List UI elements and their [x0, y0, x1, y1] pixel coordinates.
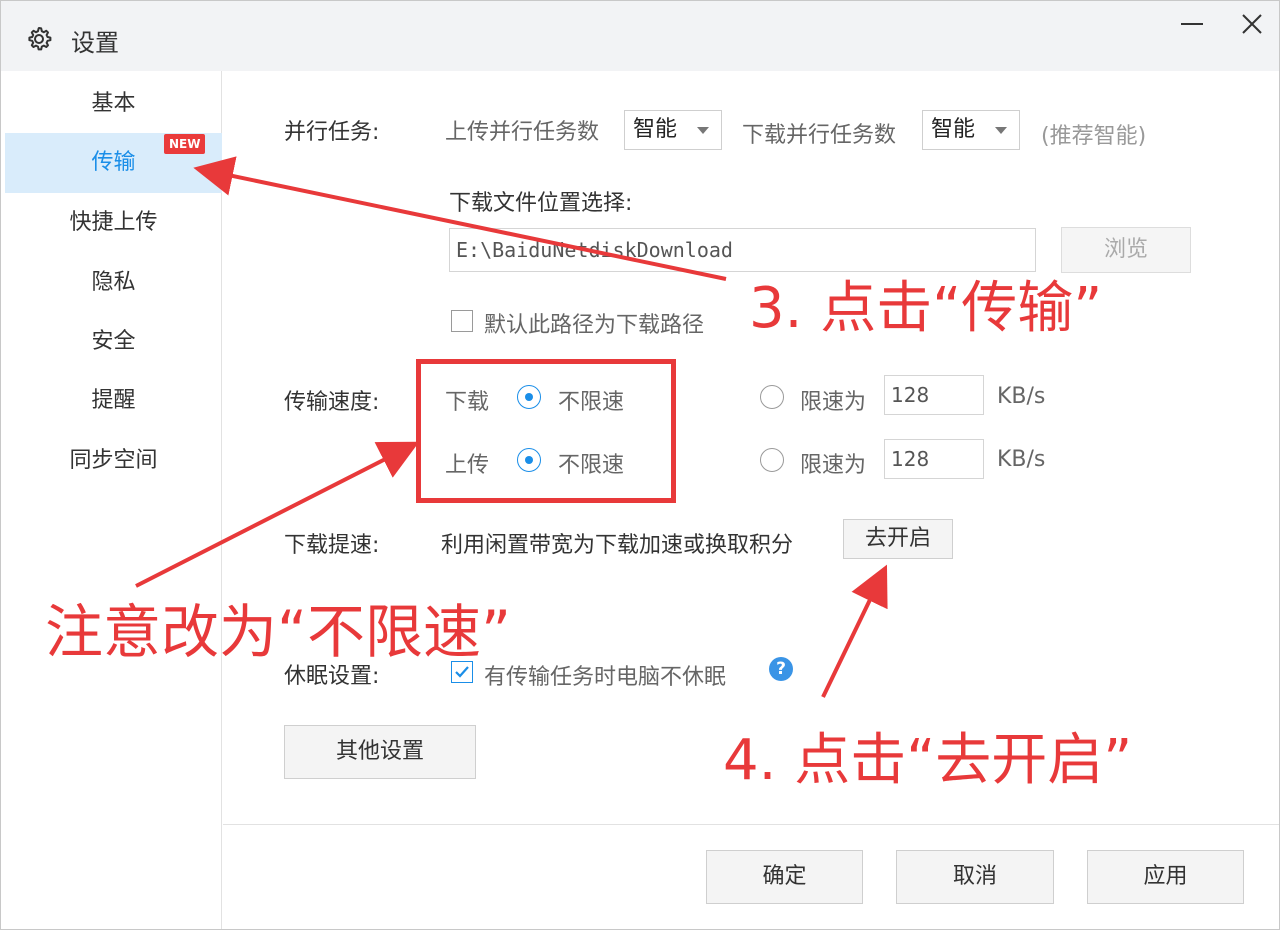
new-badge: NEW [164, 134, 206, 154]
sidebar-item-security[interactable]: 安全 [5, 312, 222, 372]
gear-icon [28, 27, 52, 51]
no-sleep-label: 有传输任务时电脑不休眠 [484, 665, 727, 690]
chevron-down-icon [697, 127, 709, 134]
sidebar-item-privacy[interactable]: 隐私 [5, 253, 222, 313]
help-icon[interactable]: ? [769, 657, 793, 681]
download-parallel-select[interactable]: 智能 [922, 110, 1020, 150]
upload-parallel-select[interactable]: 智能 [624, 110, 722, 150]
download-parallel-value: 智能 [931, 117, 976, 142]
default-path-label: 默认此路径为下载路径 [484, 313, 705, 338]
upload-limit-input[interactable]: 128 [884, 439, 984, 479]
transfer-speed-label: 传输速度: [284, 390, 380, 415]
sidebar-item-basic[interactable]: 基本 [5, 74, 222, 134]
apply-button[interactable]: 应用 [1087, 850, 1244, 904]
download-limited-label: 限速为 [800, 390, 867, 415]
accelerate-description: 利用闲置带宽为下载加速或换取积分 [441, 533, 794, 558]
window-title: 设置 [71, 29, 119, 57]
enable-accelerate-button[interactable]: 去开启 [843, 519, 953, 559]
download-limited-radio[interactable] [760, 385, 784, 409]
speed-highlight-box [416, 359, 676, 503]
arrow-to-enable [821, 564, 888, 698]
sidebar-item-sync-space[interactable]: 同步空间 [5, 431, 222, 491]
annotation-step4: 4. 点击“去开启” [723, 728, 1133, 793]
download-parallel-label: 下载并行任务数 [742, 123, 897, 148]
sidebar-item-quick-upload[interactable]: 快捷上传 [5, 193, 222, 253]
close-icon[interactable] [1235, 7, 1269, 41]
annotation-note: 注意改为“不限速” [45, 598, 512, 666]
ok-button[interactable]: 确定 [706, 850, 863, 904]
cancel-button[interactable]: 取消 [896, 850, 1054, 904]
download-unit: KB/s [997, 384, 1046, 409]
upload-parallel-label: 上传并行任务数 [445, 120, 600, 145]
upload-limited-radio[interactable] [760, 448, 784, 472]
upload-parallel-value: 智能 [633, 117, 678, 142]
annotation-step3: 3. 点击“传输” [749, 276, 1103, 341]
default-path-checkbox[interactable] [451, 310, 473, 332]
parallel-hint: (推荐智能) [1041, 124, 1147, 149]
footer-divider [223, 824, 1279, 825]
upload-unit: KB/s [997, 447, 1046, 472]
settings-window: 设置 基本 传输 快捷上传 NEW 隐私 安全 提醒 同步空间 并行任务: 上传… [0, 0, 1280, 930]
download-limit-input[interactable]: 128 [884, 375, 984, 415]
upload-limited-label: 限速为 [800, 453, 867, 478]
parallel-tasks-label: 并行任务: [284, 120, 380, 145]
sidebar-item-reminder[interactable]: 提醒 [5, 371, 222, 431]
accelerate-label: 下载提速: [284, 533, 380, 558]
title-bar: 设置 [1, 1, 1279, 71]
download-path-label: 下载文件位置选择: [449, 191, 633, 216]
minimize-icon[interactable] [1175, 7, 1209, 41]
chevron-down-icon [995, 127, 1007, 134]
other-settings-button[interactable]: 其他设置 [284, 725, 476, 779]
